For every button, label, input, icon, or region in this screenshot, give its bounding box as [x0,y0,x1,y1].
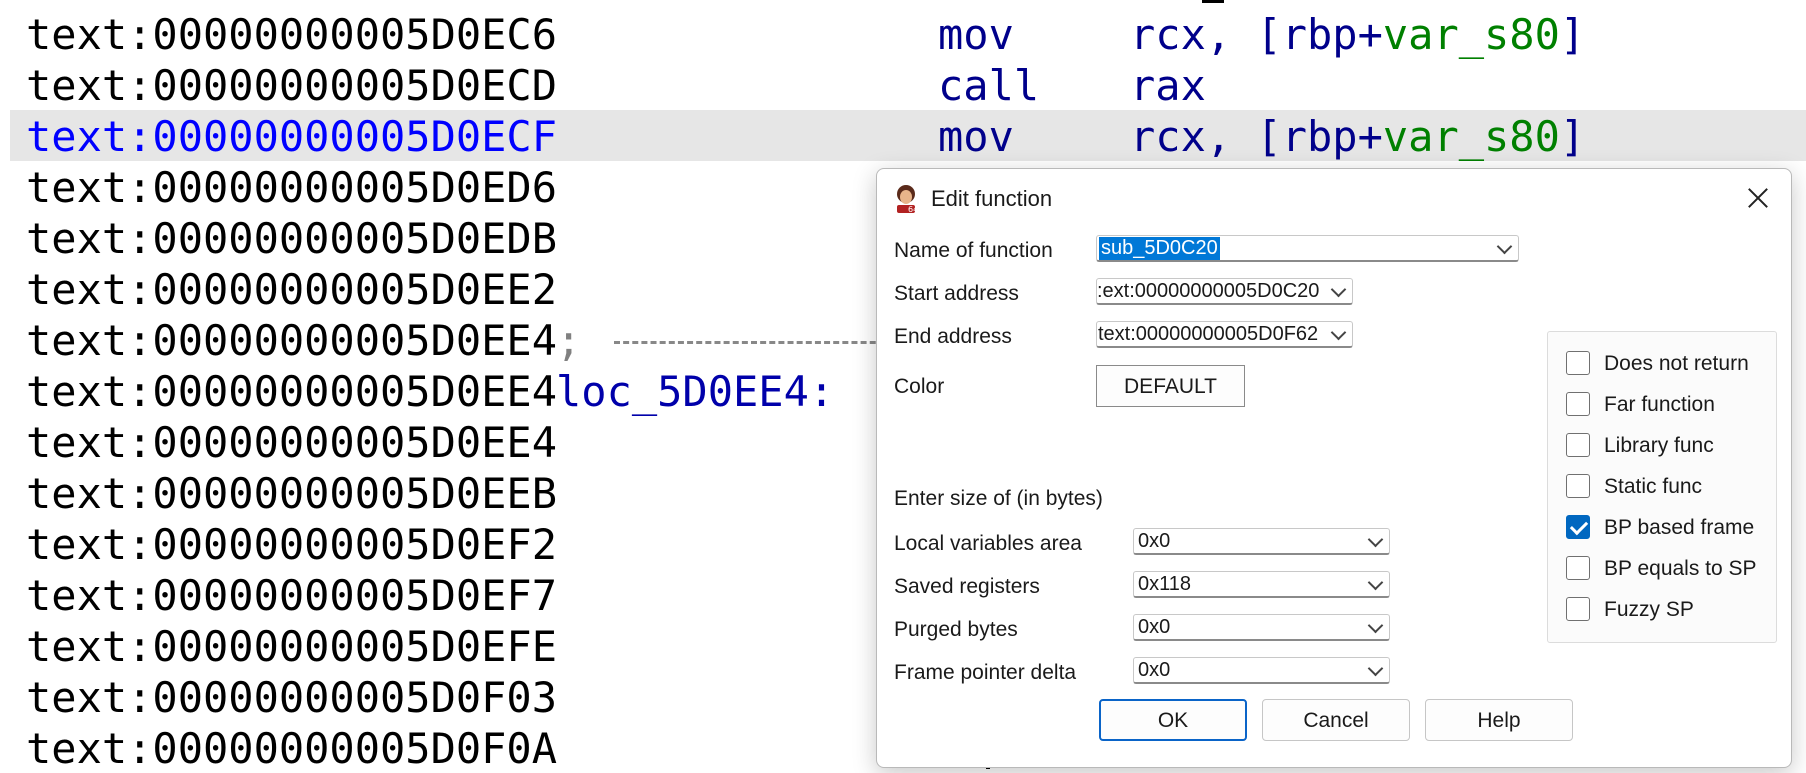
chevron-down-icon[interactable] [1367,617,1384,634]
operand-text-end: ] [1559,10,1586,59]
edit-function-dialog: 64 Edit function Name of function sub_5D… [876,168,1792,768]
checkbox-box[interactable] [1566,433,1590,457]
chevron-down-icon[interactable] [1330,281,1347,298]
ida-app-icon: 64 [897,185,918,213]
dialog-title: Edit function [931,186,1053,211]
line-comment: ; [556,316,582,365]
end-address-label: End address [894,325,1012,348]
frame-pointer-delta-combo[interactable]: 0x0 [1133,657,1390,684]
line-address: text:00000000005D0EE4 [26,367,558,416]
saved-registers-label: Saved registers [894,575,1040,598]
start-address-combo[interactable]: :ext:00000000005D0C20 [1096,278,1353,305]
saved-registers-value: 0x118 [1138,573,1192,595]
purged-bytes-label: Purged bytes [894,618,1018,641]
line-address: text:00000000005D0F0A [26,724,558,773]
frame-pointer-delta-value: 0x0 [1138,659,1171,681]
end-address-value: text:00000000005D0F62 [1098,323,1319,345]
line-address: text:00000000005D0EE2 [26,265,558,314]
line-address: text:00000000005D0EDB [26,214,558,263]
checkbox-label: Far function [1604,393,1715,416]
cancel-button[interactable]: Cancel [1262,699,1410,741]
checkbox-label: Fuzzy SP [1604,598,1694,621]
operand-variable[interactable]: var_s80 [1383,10,1560,59]
checkbox-label: Static func [1604,475,1703,498]
line-mnemonic: mov [938,112,1014,161]
line-address: text:00000000005D0EFE [26,622,558,671]
operand-text: rcx, [rbp+ [1130,112,1383,161]
line-address: text:00000000005D0EE4 [26,418,558,467]
separator-line [614,341,894,344]
color-label: Color [894,375,945,398]
chevron-down-icon[interactable] [1367,660,1384,677]
line-address: text:00000000005D0EF7 [26,571,558,620]
checkbox-label: BP based frame [1604,516,1755,539]
local-variables-combo[interactable]: 0x0 [1133,528,1390,555]
line-mnemonic: mov [938,10,1014,59]
code-label[interactable]: loc_5D0EE4: [556,367,834,416]
line-address: text:00000000005D0EF2 [26,520,558,569]
line-address: text:00000000005D0EE4 [26,316,558,365]
local-variables-value: 0x0 [1138,530,1171,552]
listing-line[interactable]: text:00000000005D0EC6 mov rcx, [rbp+var_… [10,8,1806,59]
color-button[interactable]: DEFAULT [1096,365,1245,407]
function-flags-group: Does not return Far function Library fun… [1547,331,1777,643]
svg-text:64: 64 [908,205,918,213]
start-address-value: :ext:00000000005D0C20 [1097,280,1320,302]
line-operands: rax [1130,61,1206,110]
line-mnemonic: call [938,61,1040,110]
ok-button[interactable]: OK [1099,699,1247,741]
name-of-function-label: Name of function [894,239,1053,262]
function-name-value: sub_5D0C20 [1099,237,1220,260]
chevron-down-icon[interactable] [1367,574,1384,591]
help-button[interactable]: Help [1425,699,1573,741]
close-icon[interactable] [1741,181,1775,215]
local-variables-label: Local variables area [894,532,1082,555]
checkbox-label: Library func [1604,434,1714,457]
cursor-mark [1202,0,1224,3]
line-address: text:00000000005D0EEB [26,469,558,518]
purged-bytes-combo[interactable]: 0x0 [1133,614,1390,641]
checkbox-label: Does not return [1604,352,1749,375]
frame-pointer-delta-label: Frame pointer delta [894,661,1077,684]
line-address: text:00000000005D0F03 [26,673,558,722]
function-name-combo[interactable]: sub_5D0C20 [1096,235,1519,262]
checkbox-box[interactable] [1566,597,1590,621]
operand-text: rcx, [rbp+ [1130,10,1383,59]
operand-variable[interactable]: var_s80 [1383,112,1560,161]
line-address: text:00000000005D0EC6 [26,10,558,59]
chevron-down-icon[interactable] [1496,238,1513,255]
checkbox-box[interactable] [1566,474,1590,498]
checkbox-box[interactable] [1566,515,1590,539]
start-address-label: Start address [894,282,1019,305]
checkbox-label: BP equals to SP [1604,557,1757,580]
line-operands: rcx, [rbp+var_s80] [1130,112,1585,161]
size-heading: Enter size of (in bytes) [894,487,1103,510]
line-address: text:00000000005D0ECD [26,61,558,110]
listing-line-selected[interactable]: text:00000000005D0ECF mov rcx, [rbp+var_… [10,110,1806,161]
checkbox-box[interactable] [1566,392,1590,416]
chevron-down-icon[interactable] [1367,531,1384,548]
chevron-down-icon[interactable] [1330,324,1347,341]
checkbox-box[interactable] [1566,351,1590,375]
purged-bytes-value: 0x0 [1138,616,1171,638]
operand-text-end: ] [1559,112,1586,161]
saved-registers-combo[interactable]: 0x118 [1133,571,1390,598]
checkbox-box[interactable] [1566,556,1590,580]
line-address: text:00000000005D0ECF [26,112,558,161]
line-address: text:00000000005D0ED6 [26,163,558,212]
line-operands: rcx, [rbp+var_s80] [1130,10,1585,59]
listing-line[interactable]: text:00000000005D0ECD call rax [10,59,1806,110]
end-address-combo[interactable]: text:00000000005D0F62 [1096,321,1353,348]
